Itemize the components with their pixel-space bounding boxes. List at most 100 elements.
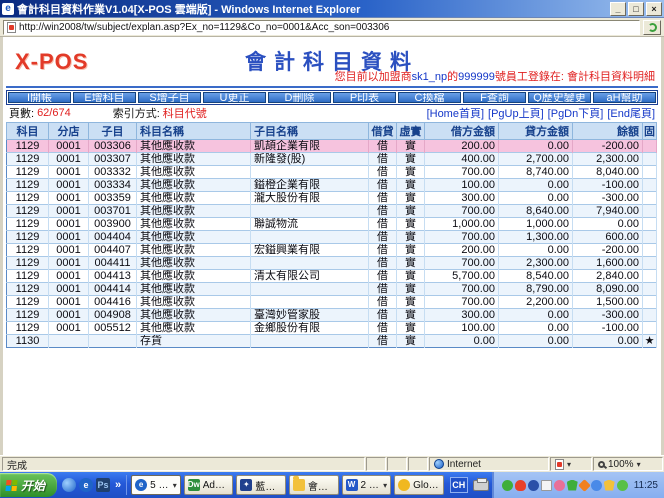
cell-fixed bbox=[643, 179, 657, 192]
orange-app-icon[interactable] bbox=[578, 479, 591, 492]
toolbar-button[interactable]: F查詢 bbox=[463, 92, 526, 103]
table-row[interactable]: 11290001004404其他應收款借實700.001,300.00600.0… bbox=[7, 231, 657, 244]
toolbar-button[interactable]: Q歷史變更 bbox=[528, 92, 591, 103]
thunder-icon[interactable] bbox=[591, 480, 602, 491]
cell-credit-amount: 1,000.00 bbox=[499, 218, 573, 231]
shield-green-icon[interactable] bbox=[567, 480, 578, 491]
column-header: 貸方金額 bbox=[499, 123, 573, 140]
note-icon[interactable] bbox=[541, 480, 552, 491]
restore-button[interactable]: □ bbox=[628, 2, 644, 16]
cell-subject-name: 其他應收款 bbox=[137, 283, 251, 296]
update-icon[interactable] bbox=[617, 480, 628, 491]
index-mode-label: 索引方式: bbox=[113, 105, 160, 121]
green-app-icon[interactable] bbox=[502, 480, 513, 491]
cell-credit-amount: 0.00 bbox=[499, 309, 573, 322]
toolbar-button[interactable]: S增子目 bbox=[138, 92, 201, 103]
cell-debit-amount: 700.00 bbox=[425, 296, 499, 309]
table-row[interactable]: 11290001003332其他應收款借實700.008,740.008,040… bbox=[7, 166, 657, 179]
table-row[interactable]: 11290001004413其他應收款清太有限公司借實5,700.008,540… bbox=[7, 270, 657, 283]
table-row[interactable]: 11290001004407其他應收款宏鎰興業有限借實200.000.00-20… bbox=[7, 244, 657, 257]
ie-icon[interactable]: e bbox=[79, 478, 93, 492]
taskbar-button-ie-group[interactable]: e 5 Inte... ▾ bbox=[131, 475, 181, 495]
table-row[interactable]: 11290001003334其他應收款鎰橙企業有限借實100.000.00-10… bbox=[7, 179, 657, 192]
zone-label: Internet bbox=[447, 459, 481, 470]
pink-app-icon[interactable] bbox=[554, 480, 565, 491]
qq-icon[interactable] bbox=[515, 480, 526, 491]
cell-credit-amount: 2,700.00 bbox=[499, 153, 573, 166]
table-row[interactable]: 11290001003307其他應收款新隆發(股)借實400.002,700.0… bbox=[7, 153, 657, 166]
table-row[interactable]: 11290001004414其他應收款借實700.008,790.008,090… bbox=[7, 283, 657, 296]
table-row[interactable]: 11290001003359其他應收款瀧大股份有限借實300.000.00-30… bbox=[7, 192, 657, 205]
cell-credit-amount: 2,200.00 bbox=[499, 296, 573, 309]
zoom-level: 100% bbox=[608, 459, 634, 470]
table-row[interactable]: 11290001003900其他應收款聯誠物流借實1,000.001,000.0… bbox=[7, 218, 657, 231]
login-suffix: 號員工登錄在: bbox=[495, 71, 567, 83]
nav-link[interactable]: [PgDn下頁] bbox=[548, 108, 604, 120]
taskbar-button-adobe[interactable]: Dw Adobe D... bbox=[184, 475, 234, 495]
nav-link[interactable]: [PgUp上頁] bbox=[488, 108, 544, 120]
start-button[interactable]: 开始 bbox=[0, 473, 57, 497]
taskbar-button-globalsearch[interactable]: GlobalS... bbox=[394, 475, 444, 495]
cell-debit-amount: 300.00 bbox=[425, 192, 499, 205]
close-button[interactable]: × bbox=[646, 2, 662, 16]
window-titlebar[interactable]: e 會計科目資料作業V1.04[X-POS 雲端版] - Windows Int… bbox=[0, 0, 664, 18]
protected-mode-panel[interactable]: ▾ bbox=[550, 457, 592, 471]
cell-virtual-real: 實 bbox=[397, 244, 425, 257]
table-row[interactable]: 11290001003306其他應收款凱頡企業有限借實200.000.00-20… bbox=[7, 140, 657, 153]
cell-virtual-real: 實 bbox=[397, 205, 425, 218]
cell-sub-code: 003900 bbox=[89, 218, 137, 231]
nav-link[interactable]: [Home首頁] bbox=[427, 108, 484, 120]
toolbar-button[interactable]: P印表 bbox=[333, 92, 396, 103]
table-row[interactable]: 11290001004416其他應收款借實700.002,200.001,500… bbox=[7, 296, 657, 309]
account-table-wrap: 科目分店子目科目名稱子目名稱借貸虛實借方金額貸方金額餘額固 1129000100… bbox=[6, 122, 658, 348]
table-row[interactable]: 11290001004908其他應收款臺灣妙管家股借實300.000.00-30… bbox=[7, 309, 657, 322]
cell-balance: 0.00 bbox=[573, 218, 643, 231]
printer-icon[interactable] bbox=[473, 480, 489, 491]
column-header: 子目 bbox=[89, 123, 137, 140]
cell-branch: 0001 bbox=[49, 166, 89, 179]
cell-virtual-real: 實 bbox=[397, 296, 425, 309]
zoom-panel[interactable]: 100% ▾ bbox=[593, 457, 663, 471]
taskbar-button-app[interactable]: ✦ 藍玉資... bbox=[236, 475, 286, 495]
clock[interactable]: 11:25 bbox=[634, 480, 658, 491]
toolbar-button[interactable]: D刪除 bbox=[268, 92, 331, 103]
login-merchant: sk1_np bbox=[412, 71, 447, 83]
security-shield-icon[interactable] bbox=[604, 480, 615, 491]
cell-sub-name: 聯誠物流 bbox=[251, 218, 369, 231]
ie-app-icon: e bbox=[2, 3, 14, 15]
toolbar-button[interactable]: U更正 bbox=[203, 92, 266, 103]
cell-balance: -300.00 bbox=[573, 309, 643, 322]
nav-link[interactable]: [End尾頁] bbox=[607, 108, 655, 120]
taskbar-button-word-group[interactable]: W 2 Micr... ▾ bbox=[342, 475, 392, 495]
language-indicator[interactable]: CH bbox=[450, 477, 468, 493]
table-row[interactable]: 11290001004411其他應收款借實700.002,300.001,600… bbox=[7, 257, 657, 270]
taskbar-button-folder[interactable]: 會計科... bbox=[289, 475, 339, 495]
cell-balance: -100.00 bbox=[573, 179, 643, 192]
toolbar-button[interactable]: aH幫助 bbox=[593, 92, 656, 103]
cell-fixed bbox=[643, 166, 657, 179]
toolbar-button[interactable]: I開帳 bbox=[8, 92, 71, 103]
toolbar-button[interactable]: C換檔 bbox=[398, 92, 461, 103]
cell-debit-amount: 700.00 bbox=[425, 231, 499, 244]
browser-icon[interactable] bbox=[528, 480, 539, 491]
overflow-chevron-icon[interactable]: » bbox=[115, 479, 121, 491]
go-button[interactable] bbox=[643, 20, 661, 35]
cell-sub-name: 臺灣妙管家股 bbox=[251, 309, 369, 322]
address-input[interactable]: http://win2008/tw/subject/explan.asp?Ex_… bbox=[3, 20, 640, 35]
login-page: 會計科目資料明細 bbox=[567, 71, 655, 83]
table-row[interactable]: 11290001003701其他應收款借實700.008,640.007,940… bbox=[7, 205, 657, 218]
photoshop-icon[interactable]: Ps bbox=[96, 478, 110, 492]
cell-balance: 0.00 bbox=[573, 335, 643, 348]
cell-credit-amount: 1,300.00 bbox=[499, 231, 573, 244]
url-text: http://win2008/tw/subject/explan.asp?Ex_… bbox=[19, 22, 389, 33]
login-prefix: 您目前以加盟商 bbox=[335, 71, 412, 83]
minimize-button[interactable]: _ bbox=[610, 2, 626, 16]
cell-debit-credit: 借 bbox=[369, 335, 397, 348]
cell-sub-name bbox=[251, 257, 369, 270]
table-row[interactable]: 11290001005512其他應收款金鄉股份有限借實100.000.00-10… bbox=[7, 322, 657, 335]
outlook-icon[interactable] bbox=[62, 478, 76, 492]
toolbar-button[interactable]: E增科目 bbox=[73, 92, 136, 103]
page-count-label: 頁數: bbox=[9, 105, 34, 121]
tray-icons bbox=[502, 480, 628, 491]
table-row[interactable]: 1130存貨借實0.000.000.00★ bbox=[7, 335, 657, 348]
